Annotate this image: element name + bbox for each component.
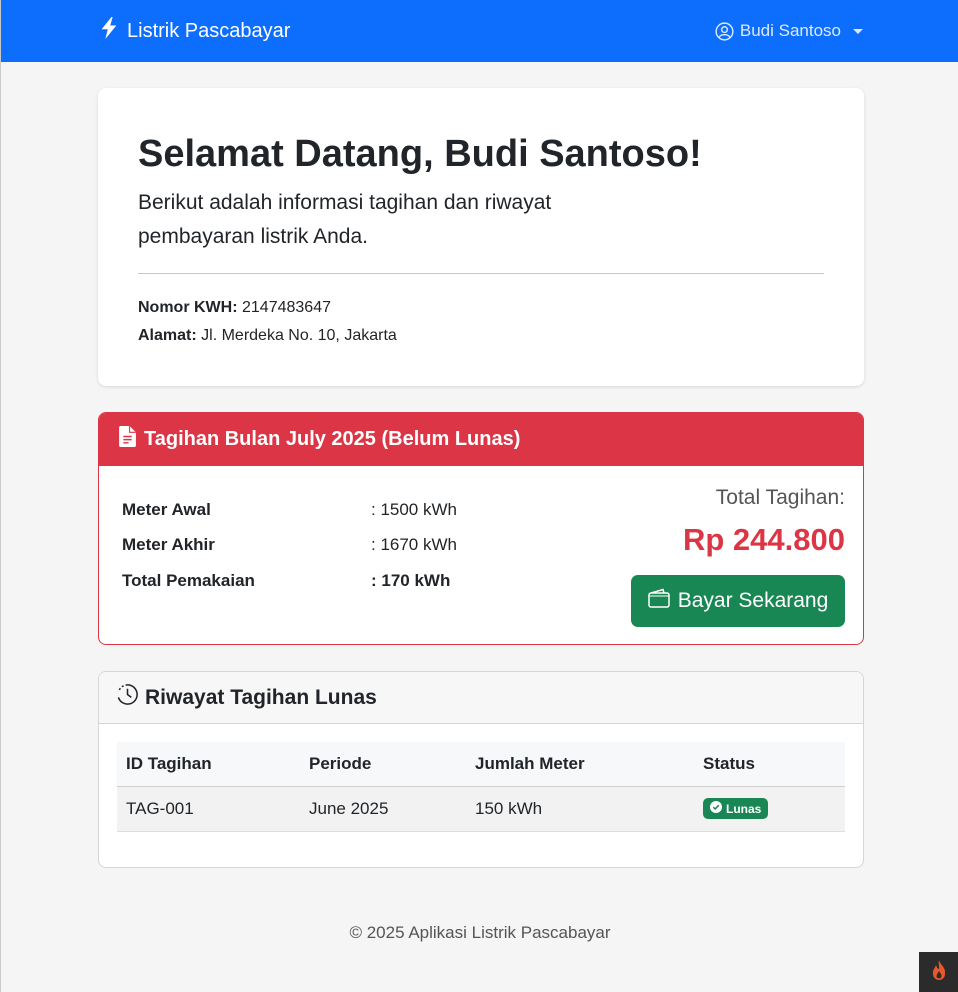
user-dropdown[interactable]: Budi Santoso <box>715 21 863 41</box>
paid-history-card: Riwayat Tagihan Lunas ID Tagihan Periode… <box>98 671 864 868</box>
wallet-icon <box>647 588 670 614</box>
pay-now-button[interactable]: Bayar Sekarang <box>631 575 845 627</box>
customer-info: Nomor KWH: 2147483647 Alamat: Jl. Merdek… <box>138 294 824 350</box>
meter-end-value: : 1670 kWh <box>371 535 457 554</box>
column-header-meter: Jumlah Meter <box>466 742 694 787</box>
meter-end-label: Meter Akhir <box>122 535 215 554</box>
navbar: Listrik Pascabayar Budi Santoso <box>1 0 958 62</box>
column-header-status: Status <box>694 742 845 787</box>
cell-meter: 150 kWh <box>466 786 694 832</box>
lightning-icon <box>99 17 119 45</box>
kwh-label: Nomor KWH: <box>138 298 238 316</box>
fire-icon <box>929 959 949 986</box>
welcome-lead: Berikut adalah informasi tagihan dan riw… <box>138 190 552 248</box>
clock-history-icon <box>116 683 139 712</box>
kwh-info: Nomor KWH: 2147483647 <box>138 294 824 322</box>
history-title: Riwayat Tagihan Lunas <box>145 685 377 709</box>
chevron-down-icon <box>853 28 863 34</box>
address-label: Alamat: <box>138 326 197 344</box>
user-circle-icon <box>715 21 734 41</box>
total-bill-label: Total Tagihan: <box>715 486 845 509</box>
address-info: Alamat: Jl. Merdeka No. 10, Jakarta <box>138 322 824 350</box>
meter-start-label: Meter Awal <box>122 500 211 519</box>
user-name: Budi Santoso <box>739 21 841 40</box>
brand-link[interactable]: Listrik Pascabayar <box>99 17 290 45</box>
pay-now-label: Bayar Sekarang <box>677 589 829 612</box>
file-text-icon <box>119 426 136 453</box>
meter-start-value: : 1500 kWh <box>371 500 457 519</box>
welcome-card: Selamat Datang, Budi Santoso! Berikut ad… <box>98 88 864 386</box>
footer: © 2025 Aplikasi Listrik Pascabayar <box>349 923 611 942</box>
cell-status: Lunas <box>694 786 845 832</box>
page-title: Selamat Datang, Budi Santoso! <box>138 133 702 175</box>
table-row: TAG-001 June 2025 150 kWh Lunas <box>117 786 845 832</box>
total-bill-amount: Rp 244.800 <box>683 522 845 557</box>
check-circle-icon <box>710 801 722 816</box>
kwh-value: 2147483647 <box>242 298 331 316</box>
address-value: Jl. Merdeka No. 10, Jakarta <box>201 326 397 344</box>
table-header-row: ID Tagihan Periode Jumlah Meter Status <box>117 742 845 787</box>
status-label: Lunas <box>726 801 762 816</box>
usage-total-label: Total Pemakaian <box>122 571 255 590</box>
column-header-id: ID Tagihan <box>117 742 300 787</box>
meter-start-row: Meter Awal : 1500 kWh <box>122 500 457 520</box>
brand-name: Listrik Pascabayar <box>127 19 291 42</box>
usage-total-value: : 170 kWh <box>371 571 451 590</box>
usage-total-row: Total Pemakaian : 170 kWh <box>122 571 450 591</box>
cell-period: June 2025 <box>300 786 466 832</box>
column-header-period: Periode <box>300 742 466 787</box>
debug-toolbar-toggle[interactable] <box>919 952 958 992</box>
meter-end-row: Meter Akhir : 1670 kWh <box>122 535 457 555</box>
status-badge: Lunas <box>703 798 769 819</box>
cell-id: TAG-001 <box>117 786 300 832</box>
bill-title: Tagihan Bulan July 2025 (Belum Lunas) <box>144 428 521 450</box>
divider <box>138 272 824 274</box>
history-header: Riwayat Tagihan Lunas <box>99 672 863 724</box>
history-table: ID Tagihan Periode Jumlah Meter Status T… <box>117 742 845 832</box>
bill-header: Tagihan Bulan July 2025 (Belum Lunas) <box>99 413 863 466</box>
current-bill-card: Tagihan Bulan July 2025 (Belum Lunas) Me… <box>98 412 864 645</box>
